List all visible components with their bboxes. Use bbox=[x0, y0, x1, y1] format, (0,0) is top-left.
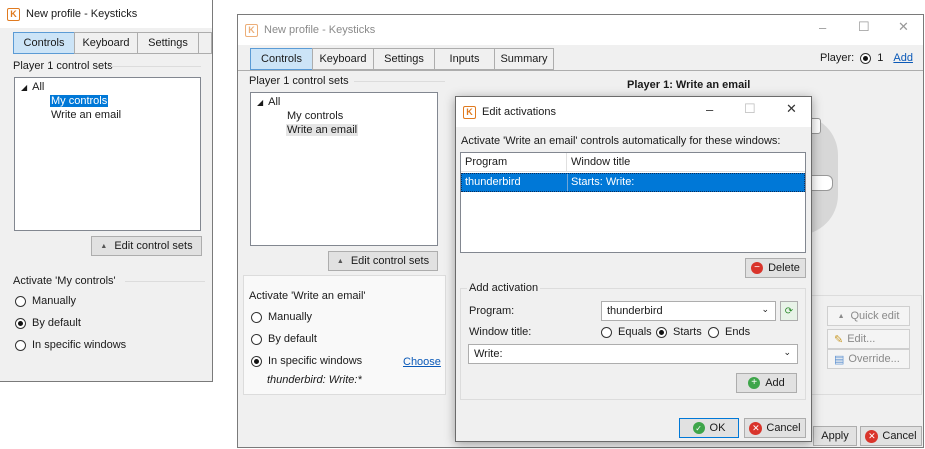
radio-equals[interactable]: Equals bbox=[601, 326, 652, 338]
cell-window-title: Starts: Write: bbox=[571, 176, 635, 188]
window-title-label: Window title: bbox=[469, 326, 532, 338]
refresh-icon[interactable]: ⟳ bbox=[780, 301, 798, 321]
close-icon[interactable]: ✕ bbox=[898, 19, 909, 35]
document-icon: ▤ bbox=[834, 353, 845, 366]
tab-keyboard[interactable]: Keyboard bbox=[312, 48, 374, 70]
activations-table[interactable]: Program Window title thunderbird Starts:… bbox=[460, 152, 806, 253]
remove-icon: − bbox=[751, 262, 764, 274]
page-title: Player 1: Write an email bbox=[627, 79, 751, 91]
tree-item-write-email[interactable]: Write an email bbox=[51, 109, 121, 121]
tab-controls[interactable]: Controls bbox=[250, 48, 313, 70]
radio-manually[interactable]: Manually bbox=[15, 295, 76, 307]
quick-edit-button[interactable]: ▲ Quick edit bbox=[827, 306, 910, 326]
controller-button[interactable] bbox=[811, 175, 833, 191]
dialog-description: Activate 'Write an email' controls autom… bbox=[461, 135, 781, 147]
tab-settings[interactable]: Settings bbox=[137, 32, 199, 54]
column-program[interactable]: Program bbox=[461, 153, 567, 171]
radio-manually[interactable]: Manually bbox=[251, 311, 312, 323]
table-header: Program Window title bbox=[461, 153, 805, 172]
radio-by-default[interactable]: By default bbox=[251, 333, 317, 345]
tab-summary[interactable]: Summary bbox=[494, 48, 554, 70]
program-label: Program: bbox=[469, 305, 515, 317]
left-window: K New profile - Keysticks Controls Keybo… bbox=[0, 0, 213, 382]
edit-activations-dialog: K Edit activations – ☐ ✕ Activate 'Write… bbox=[455, 96, 812, 442]
delete-button[interactable]: − Delete bbox=[745, 258, 806, 278]
maximize-icon: ☐ bbox=[744, 101, 756, 116]
check-icon: ✓ bbox=[692, 422, 705, 434]
dialog-title: Edit activations bbox=[482, 106, 556, 118]
expand-icon: ◢ bbox=[21, 82, 28, 92]
tree-item-write-email[interactable]: Write an email bbox=[286, 124, 359, 136]
group-label: Player 1 control sets bbox=[249, 75, 349, 87]
left-titlebar: K New profile - Keysticks bbox=[0, 0, 212, 28]
tab-keyboard[interactable]: Keyboard bbox=[74, 32, 138, 54]
radio-specific-windows[interactable]: In specific windows bbox=[251, 355, 362, 367]
window-title-select[interactable]: Write: ⌄ bbox=[468, 344, 798, 364]
dialog-titlebar: K Edit activations – ☐ ✕ bbox=[456, 97, 811, 127]
player-selector: Player: 1 Add bbox=[820, 52, 913, 64]
ok-button[interactable]: ✓ OK bbox=[679, 418, 739, 438]
maximize-icon[interactable]: ☐ bbox=[858, 19, 870, 35]
left-window-title: New profile - Keysticks bbox=[26, 8, 138, 20]
tree-item-all[interactable]: ◢ All bbox=[21, 81, 44, 93]
edit-button[interactable]: ✎ Edit... bbox=[827, 329, 910, 349]
tree-item-my-controls[interactable]: My controls bbox=[50, 95, 109, 107]
edit-control-sets-button[interactable]: ▲ Edit control sets bbox=[328, 251, 438, 271]
keysticks-logo-icon: K bbox=[7, 7, 20, 21]
tab-inputs[interactable]: Inputs bbox=[434, 48, 495, 70]
table-row[interactable]: thunderbird Starts: Write: bbox=[461, 173, 805, 192]
tab-controls[interactable]: Controls bbox=[13, 32, 75, 54]
tab-overflow[interactable] bbox=[198, 32, 212, 54]
close-icon[interactable]: ✕ bbox=[786, 101, 797, 117]
arrow-up-icon: ▲ bbox=[100, 242, 108, 250]
expand-icon: ◢ bbox=[257, 97, 264, 107]
add-icon: + bbox=[748, 377, 761, 389]
cancel-button[interactable]: ✕ Cancel bbox=[860, 426, 922, 446]
add-activation-label: Add activation bbox=[467, 282, 541, 294]
group-label: Player 1 control sets bbox=[13, 60, 113, 72]
radio-by-default[interactable]: By default bbox=[15, 317, 81, 329]
main-titlebar: K New profile - Keysticks – ☐ ✕ bbox=[238, 15, 923, 45]
main-window-title: New profile - Keysticks bbox=[264, 24, 376, 36]
radio-specific-windows[interactable]: In specific windows bbox=[15, 339, 126, 351]
add-player-link[interactable]: Add bbox=[893, 52, 913, 64]
edit-control-sets-button[interactable]: ▲ Edit control sets bbox=[91, 236, 202, 256]
choose-link[interactable]: Choose bbox=[403, 356, 441, 368]
keysticks-logo-icon: K bbox=[463, 105, 476, 119]
chevron-down-icon: ⌄ bbox=[783, 347, 791, 357]
arrow-up-icon: ▲ bbox=[336, 257, 344, 265]
tab-settings[interactable]: Settings bbox=[373, 48, 435, 70]
keysticks-logo-icon: K bbox=[245, 23, 258, 37]
activation-summary: thunderbird: Write:* bbox=[267, 374, 362, 386]
override-button[interactable]: ▤ Override... bbox=[827, 349, 910, 369]
activate-label: Activate 'Write an email' bbox=[249, 290, 366, 302]
tree-item-all[interactable]: ◢ All bbox=[257, 96, 280, 108]
cell-program: thunderbird bbox=[462, 174, 568, 191]
arrow-up-icon: ▲ bbox=[837, 312, 845, 320]
control-sets-tree[interactable]: ◢ All My controls Write an email bbox=[250, 92, 438, 246]
apply-button[interactable]: Apply bbox=[813, 426, 857, 446]
control-sets-tree[interactable]: ◢ All My controls Write an email bbox=[14, 77, 201, 231]
minimize-icon[interactable]: – bbox=[706, 102, 713, 117]
activate-label: Activate 'My controls' bbox=[13, 275, 116, 287]
cancel-button[interactable]: ✕ Cancel bbox=[744, 418, 806, 438]
cancel-icon: ✕ bbox=[749, 421, 763, 435]
program-select[interactable]: thunderbird ⌄ bbox=[601, 301, 776, 321]
radio-starts[interactable]: Starts bbox=[656, 326, 702, 338]
player-radio[interactable] bbox=[860, 52, 872, 64]
controller-button[interactable] bbox=[811, 118, 821, 134]
column-window-title[interactable]: Window title bbox=[567, 153, 634, 171]
add-button[interactable]: + Add bbox=[736, 373, 797, 393]
pencil-icon: ✎ bbox=[834, 333, 844, 346]
tree-item-my-controls[interactable]: My controls bbox=[287, 110, 343, 122]
radio-ends[interactable]: Ends bbox=[708, 326, 750, 338]
cancel-icon: ✕ bbox=[865, 429, 879, 443]
chevron-down-icon: ⌄ bbox=[761, 304, 769, 314]
minimize-icon[interactable]: – bbox=[819, 20, 826, 35]
